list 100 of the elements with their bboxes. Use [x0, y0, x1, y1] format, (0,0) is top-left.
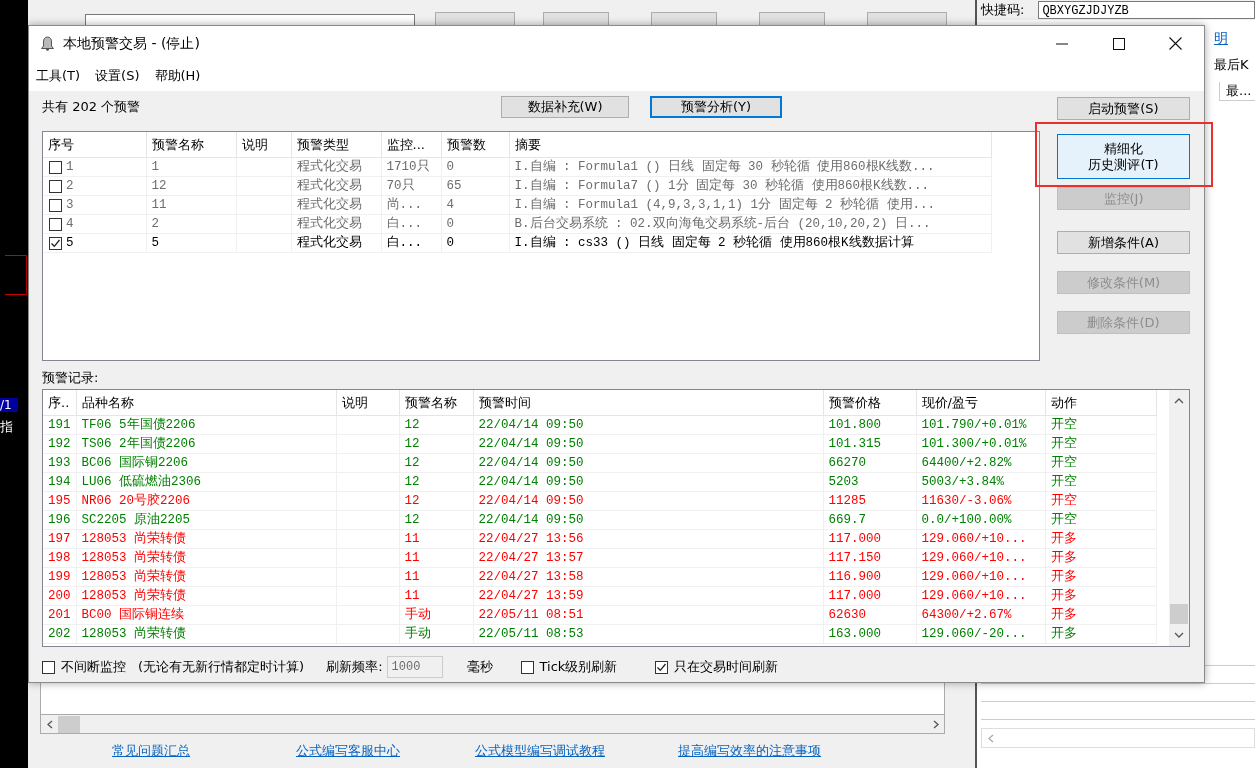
table-cell: 11 — [399, 529, 473, 549]
table-cell: 程式化交易 — [291, 233, 381, 253]
table-cell: 4 — [441, 195, 509, 215]
help-link[interactable]: 提高编写效率的注意事项 — [678, 742, 821, 760]
scroll-right-icon[interactable] — [932, 719, 939, 729]
scroll-down-icon[interactable] — [1174, 632, 1184, 638]
marker-frame — [5, 255, 27, 295]
action-button[interactable]: 数据补充(W) — [501, 96, 629, 118]
table-cell: NR06 20号胶2206 — [76, 491, 336, 511]
column-header[interactable]: 品种名称 — [76, 390, 336, 416]
column-header[interactable]: 预警时间 — [473, 390, 823, 416]
column-header[interactable]: 预警名称 — [399, 390, 473, 416]
horizontal-scrollbar[interactable] — [40, 714, 945, 734]
table-cell: 202 — [43, 624, 76, 644]
column-header[interactable]: 预警数 — [441, 132, 509, 158]
column-header[interactable]: 最... — [1219, 82, 1255, 101]
horizontal-scrollbar[interactable] — [981, 728, 1255, 748]
checkbox[interactable] — [49, 236, 62, 250]
table-cell-text: 4 — [66, 216, 74, 233]
option-label: 最后K — [1214, 56, 1250, 74]
scrollbar-thumb[interactable] — [1170, 604, 1188, 624]
checkbox[interactable] — [42, 660, 55, 674]
column-header[interactable]: 现价/盈亏 — [916, 390, 1045, 416]
checkbox[interactable] — [520, 660, 534, 674]
option-label: 毫秒 — [466, 658, 493, 676]
column-header[interactable]: 预警类型 — [291, 132, 381, 158]
table-cell: 开空 — [1045, 510, 1156, 530]
table-cell: 101.300/+0.01% — [916, 434, 1045, 454]
option-label: 刷新频率: — [326, 658, 383, 676]
checkbox[interactable] — [655, 660, 669, 674]
table-cell: 193 — [43, 453, 76, 473]
table-cell: 0 — [441, 214, 509, 234]
scroll-left-icon[interactable] — [46, 719, 53, 729]
column-header[interactable]: 摘要 — [509, 132, 991, 158]
scroll-up-icon[interactable] — [1174, 398, 1184, 404]
table-cell: 200 — [43, 586, 76, 606]
table-cell: 22/04/27 13:58 — [473, 567, 823, 587]
table-cell: 尚... — [381, 195, 441, 215]
table-cell: 22/04/14 09:50 — [473, 415, 823, 435]
column-header[interactable]: 预警名称 — [146, 132, 236, 158]
table-cell: SC2205 原油2205 — [76, 510, 336, 530]
chart-label: /1 — [0, 398, 18, 412]
minimize-icon[interactable] — [1055, 42, 1068, 45]
help-link[interactable]: 明 — [1214, 30, 1255, 48]
help-link[interactable]: 公式模型编写调试教程 — [475, 742, 605, 760]
table-cell: 1 — [146, 157, 236, 177]
table-cell: 128053 尚荣转债 — [76, 567, 336, 587]
section-label: 预警记录: — [42, 369, 100, 387]
action-button[interactable]: 启动预警(S) — [1057, 97, 1190, 120]
action-button[interactable]: 精细化 历史测评(T) — [1057, 134, 1190, 179]
column-header[interactable]: 说明 — [336, 390, 399, 416]
table-cell: 117.000 — [823, 586, 916, 606]
menu-item[interactable]: 帮助(H) — [153, 65, 202, 87]
shortcut-field[interactable]: QBXYGZJDJYZB — [1038, 1, 1255, 19]
scrollbar-thumb[interactable] — [58, 715, 80, 733]
help-link[interactable]: 公式编写客服中心 — [296, 742, 400, 760]
table-cell: 5 — [146, 233, 236, 253]
vertical-scrollbar[interactable] — [1169, 390, 1189, 646]
table-cell: 70只 — [381, 176, 441, 196]
table-cell: 开空 — [1045, 434, 1156, 454]
table-cell: 11 — [146, 195, 236, 215]
menu-item[interactable]: 工具(T) — [35, 65, 82, 87]
table-cell: 101.800 — [823, 415, 916, 435]
table-cell: 开空 — [1045, 415, 1156, 435]
table-cell: I.自编 : Formula7 () 1分 固定每 30 秒轮循 使用860根K线数... — [509, 176, 991, 196]
column-header[interactable]: 序.. — [43, 390, 76, 416]
action-button[interactable]: 新增条件(A) — [1057, 231, 1190, 254]
table-cell: 22/04/27 13:56 — [473, 529, 823, 549]
table-cell: 5203 — [823, 472, 916, 492]
column-header[interactable]: 动作 — [1045, 390, 1156, 416]
table-cell: 22/05/11 08:51 — [473, 605, 823, 625]
checkbox[interactable] — [49, 217, 62, 231]
action-button[interactable]: 预警分析(Y) — [650, 96, 782, 118]
table-cell: TF06 5年国债2206 — [76, 415, 336, 435]
table-cell: 12 — [399, 472, 473, 492]
close-icon[interactable] — [1169, 37, 1182, 50]
table-cell: 11 — [399, 548, 473, 568]
table-cell: I.自编 : cs33 () 日线 固定每 2 秒轮循 使用860根K线数据计算 — [509, 233, 991, 253]
table-cell: 128053 尚荣转债 — [76, 529, 336, 549]
column-header[interactable]: 说明 — [236, 132, 291, 158]
checkbox[interactable] — [49, 179, 62, 193]
maximize-icon[interactable] — [1112, 37, 1125, 50]
table-cell: 程式化交易 — [291, 214, 381, 234]
table-cell-text: 1 — [66, 159, 74, 176]
help-link[interactable]: 常见问题汇总 — [112, 742, 190, 760]
column-header[interactable]: 序号 — [43, 132, 146, 158]
table-cell: 22/04/14 09:50 — [473, 472, 823, 492]
table-cell: 22/04/27 13:59 — [473, 586, 823, 606]
table-cell: 12 — [399, 415, 473, 435]
table-cell: 22/04/14 09:50 — [473, 491, 823, 511]
checkbox[interactable] — [49, 198, 62, 212]
menu-item[interactable]: 设置(S) — [94, 65, 141, 87]
table-cell: 669.7 — [823, 510, 916, 530]
column-header[interactable]: 监控... — [381, 132, 441, 158]
table-cell: 程式化交易 — [291, 157, 381, 177]
checkbox[interactable] — [49, 160, 62, 174]
table-cell: 开多 — [1045, 624, 1156, 644]
table-cell: 22/04/14 09:50 — [473, 510, 823, 530]
table-cell: 程式化交易 — [291, 195, 381, 215]
column-header[interactable]: 预警价格 — [823, 390, 916, 416]
